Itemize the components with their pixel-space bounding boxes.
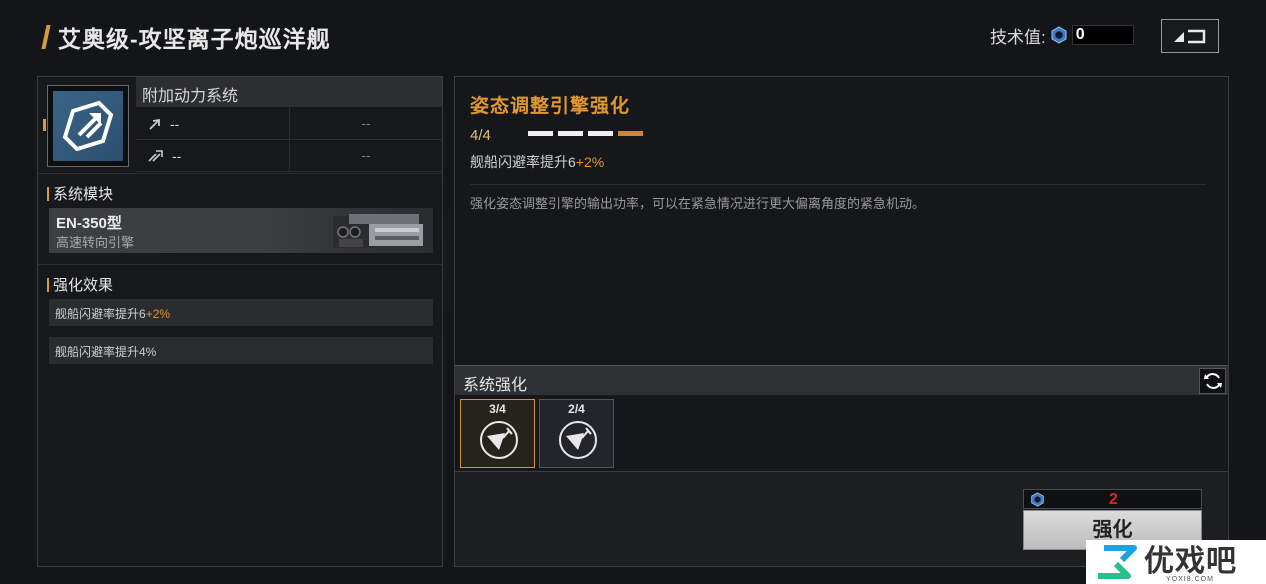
tech-value: 0 <box>1071 25 1134 45</box>
enhance-stat-bonus: +2% <box>575 154 605 170</box>
enhance-stat-text: 舰船闪避率提升6 <box>470 154 576 170</box>
tech-value-display: 技术值: 0 <box>990 24 1134 47</box>
module-desc: 高速转向引擎 <box>56 235 135 250</box>
power-row-right: -- <box>361 116 371 131</box>
module-card[interactable]: EN-350型 高速转向引擎 <box>49 208 433 253</box>
enhance-stat: 舰船闪避率提升6+2% <box>470 152 604 172</box>
level-bar <box>528 131 553 136</box>
title-accent <box>41 25 51 49</box>
effect-row: 舰船闪避率提升4% <box>49 337 433 364</box>
effect-bonus: +2% <box>145 307 171 321</box>
title-bar: 艾奥级-攻坚离子炮巡洋舰 <box>41 20 331 54</box>
refresh-button[interactable] <box>1199 368 1226 394</box>
power-row: -- -- <box>136 108 442 140</box>
module-name: EN-350型 <box>56 215 122 232</box>
divider <box>38 173 442 174</box>
watermark: 优戏吧 YOXI8.COM <box>1086 540 1266 584</box>
watermark-logo <box>1098 545 1137 579</box>
double-arrow-boost-icon <box>148 150 163 162</box>
power-row-left: -- <box>136 108 290 139</box>
watermark-sub: YOXI8.COM <box>1166 576 1214 583</box>
tech-point-icon <box>1051 26 1067 44</box>
divider <box>470 184 1206 185</box>
back-arrow-icon <box>1174 29 1206 44</box>
selected-marker <box>43 119 46 131</box>
effects-heading: 强化效果 <box>47 274 113 295</box>
power-row-left: -- <box>136 140 290 171</box>
back-button[interactable] <box>1161 19 1219 53</box>
power-system-icon-frame[interactable] <box>47 85 129 167</box>
level-bar <box>618 131 643 136</box>
enhance-slot[interactable]: 3/4 <box>460 399 535 468</box>
right-panel: 姿态调整引擎强化 4/4 舰船闪避率提升6+2% 强化姿态调整引擎的输出功率，可… <box>454 76 1229 567</box>
level-bar <box>588 131 613 136</box>
cost-display: 2 <box>1023 489 1202 509</box>
engine-module-image <box>333 214 427 248</box>
cost-value: 2 <box>1109 491 1118 508</box>
system-enhance-header: 系统强化 <box>455 365 1228 395</box>
left-panel: 附加动力系统 -- -- -- -- 系统模块 EN-350型 高速转向引擎 强… <box>37 76 443 567</box>
effect-text: 舰船闪避率提升6 <box>55 307 146 321</box>
power-row: -- -- <box>136 140 442 172</box>
arrow-boost-icon <box>149 118 160 130</box>
enhance-level: 4/4 <box>470 127 491 144</box>
thruster-icon <box>480 421 518 459</box>
power-system-icon-bg <box>53 91 123 161</box>
power-row-right: -- <box>361 148 371 163</box>
level-bars <box>528 131 643 136</box>
system-enhance-title: 系统强化 <box>463 377 528 394</box>
system-module-heading: 系统模块 <box>47 183 113 204</box>
power-system-icon <box>62 100 114 152</box>
power-row-value: -- <box>170 115 180 132</box>
watermark-text: 优戏吧 <box>1144 545 1237 578</box>
enhance-description: 强化姿态调整引擎的输出功率，可以在紧急情况进行更大偏离角度的紧急机动。 <box>470 196 926 211</box>
page-title: 艾奥级-攻坚离子炮巡洋舰 <box>58 26 331 52</box>
level-bar <box>558 131 583 136</box>
tech-point-icon <box>1031 492 1044 507</box>
tech-label: 技术值: <box>990 27 1046 47</box>
effect-text: 舰船闪避率提升4% <box>55 345 157 359</box>
slot-count: 3/4 <box>489 402 506 416</box>
slot-count: 2/4 <box>568 402 585 416</box>
divider <box>38 264 442 265</box>
power-system-title: 附加动力系统 <box>136 77 442 107</box>
thruster-icon <box>559 421 597 459</box>
enhance-title: 姿态调整引擎强化 <box>470 96 631 117</box>
enhance-slot[interactable]: 2/4 <box>539 399 614 468</box>
effect-row: 舰船闪避率提升6+2% <box>49 299 433 326</box>
refresh-icon <box>1203 373 1222 389</box>
power-row-value: -- <box>172 147 182 164</box>
